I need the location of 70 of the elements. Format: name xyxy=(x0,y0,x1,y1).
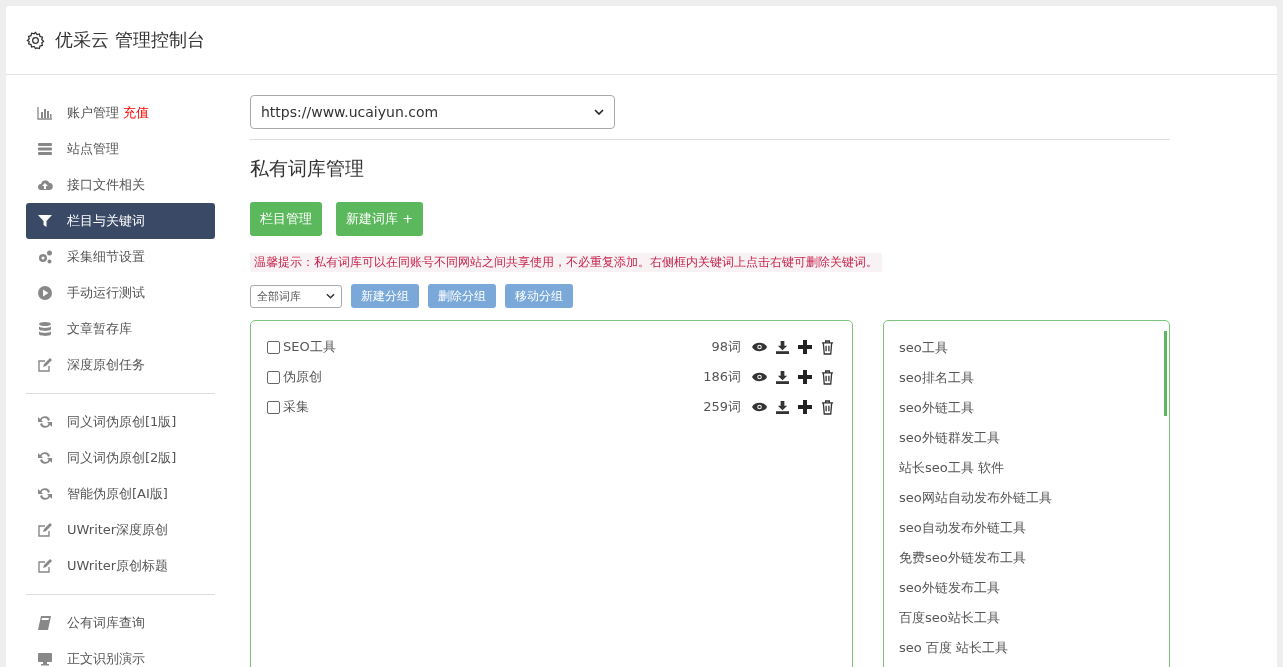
word-count: 98词 xyxy=(711,338,741,356)
chevron-down-icon xyxy=(326,293,335,299)
server-icon xyxy=(37,141,53,157)
keyword-item[interactable]: seo工具 xyxy=(899,333,1169,363)
keyword-item[interactable]: seo外链发布工具 xyxy=(899,573,1169,603)
sidebar-item[interactable]: 采集细节设置 xyxy=(26,239,215,275)
sidebar-item[interactable]: 文章暂存库 xyxy=(26,311,215,347)
edit-icon xyxy=(37,357,53,373)
refresh-icon xyxy=(37,414,53,430)
database-icon xyxy=(37,321,53,337)
keyword-item[interactable]: seo 百度 站长工具 xyxy=(899,633,1169,663)
word-count: 186词 xyxy=(703,368,741,386)
site-select[interactable]: https://www.ucaiyun.com xyxy=(250,95,615,129)
chevron-down-icon xyxy=(594,109,604,115)
keyword-item[interactable]: 百度seo站长工具 xyxy=(899,603,1169,633)
download-icon[interactable] xyxy=(776,340,789,354)
keyword-item[interactable]: seo排名工具 xyxy=(899,363,1169,393)
eye-icon[interactable] xyxy=(752,342,767,352)
checkbox[interactable] xyxy=(267,400,280,414)
word-count: 259词 xyxy=(703,398,741,416)
eye-icon[interactable] xyxy=(752,372,767,382)
plus-icon[interactable] xyxy=(798,370,812,384)
sidebar-item[interactable]: 公有词库查询 xyxy=(26,605,215,641)
plus-icon[interactable] xyxy=(798,400,812,414)
trash-icon[interactable] xyxy=(821,369,834,385)
download-icon[interactable] xyxy=(776,400,789,414)
sidebar-item[interactable]: 正文识别演示 xyxy=(26,641,215,667)
refresh-icon xyxy=(37,486,53,502)
sidebar-item[interactable]: 同义词伪原创[1版] xyxy=(26,404,215,440)
play-icon xyxy=(37,285,53,301)
edit-icon xyxy=(37,522,53,538)
library-name[interactable]: SEO工具 xyxy=(283,338,703,356)
sidebar-item[interactable]: UWriter原创标题 xyxy=(26,548,215,584)
eye-icon[interactable] xyxy=(752,402,767,412)
keyword-item[interactable]: seo外链工具 xyxy=(899,393,1169,423)
filter-icon xyxy=(37,213,53,229)
recharge-link[interactable]: 充值 xyxy=(123,104,149,122)
tip-text: 温馨提示：私有词库可以在同账号不同网站之间共享使用，不必重复添加。右侧框内关键词上点击右键可删除关键词。 xyxy=(250,253,882,272)
sidebar-item[interactable]: 账户管理 充值 xyxy=(26,95,215,131)
library-name[interactable]: 采集 xyxy=(283,398,695,416)
cloud-icon xyxy=(37,177,53,193)
monitor-icon xyxy=(37,651,53,667)
sidebar-item[interactable]: 深度原创任务 xyxy=(26,347,215,383)
chart-icon xyxy=(37,105,53,121)
plus-icon[interactable] xyxy=(798,340,812,354)
keyword-item[interactable]: seo自动发布外链工具 xyxy=(899,513,1169,543)
library-name[interactable]: 伪原创 xyxy=(283,368,695,386)
download-icon[interactable] xyxy=(776,370,789,384)
settings-icon xyxy=(26,30,45,50)
sidebar-item[interactable]: 栏目与关键词 xyxy=(26,203,215,239)
sidebar-item[interactable]: 智能伪原创[AI版] xyxy=(26,476,215,512)
keyword-item[interactable]: seo外链群发工具 xyxy=(899,423,1169,453)
sidebar-item[interactable]: 手动运行测试 xyxy=(26,275,215,311)
keyword-item[interactable]: 站长seo工具 软件 xyxy=(899,453,1169,483)
edit-icon xyxy=(37,558,53,574)
keyword-item[interactable]: 免费seo外链发布工具 xyxy=(899,543,1169,573)
console-title: 优采云 管理控制台 xyxy=(55,28,205,52)
page-title: 私有词库管理 xyxy=(250,156,365,181)
refresh-icon xyxy=(37,450,53,466)
trash-icon[interactable] xyxy=(821,339,834,355)
sidebar-item[interactable]: 接口文件相关 xyxy=(26,167,215,203)
sidebar-item[interactable]: 站点管理 xyxy=(26,131,215,167)
book-icon xyxy=(37,615,53,631)
trash-icon[interactable] xyxy=(821,399,834,415)
keyword-item[interactable]: seo网站自动发布外链工具 xyxy=(899,483,1169,513)
checkbox[interactable] xyxy=(267,370,280,384)
sidebar-item[interactable]: UWriter深度原创 xyxy=(26,512,215,548)
sidebar-item[interactable]: 同义词伪原创[2版] xyxy=(26,440,215,476)
group-select[interactable]: 全部词库 xyxy=(250,284,342,308)
checkbox[interactable] xyxy=(267,340,280,354)
